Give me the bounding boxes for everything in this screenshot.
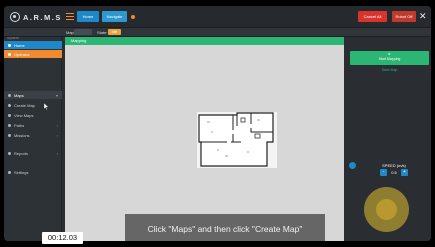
joystick[interactable] — [364, 187, 409, 232]
tutorial-caption: Click "Maps" and then click "Create Map" — [125, 214, 325, 241]
speed-label: SPEED (m/s) — [382, 163, 406, 168]
sidebar-item-label: Create Map — [14, 102, 35, 108]
robot-off-button[interactable]: Robot Off — [392, 11, 416, 22]
sidebar-item-create-map[interactable]: Create Map — [4, 101, 62, 109]
sidebar-item-settings[interactable]: Settings — [4, 168, 62, 176]
mapping-panel: Mapping — [65, 37, 344, 241]
map-icon — [8, 93, 11, 97]
missions-icon — [8, 133, 11, 137]
sidebar-item-reports[interactable]: Reports › — [4, 149, 62, 157]
speed-value: 0.5 — [391, 170, 397, 175]
sidebar-item-operator[interactable]: Operator — [4, 50, 62, 58]
logo-icon — [10, 12, 20, 22]
reports-icon — [8, 151, 11, 155]
map-select[interactable] — [74, 29, 92, 35]
sidebar-item-label: View Maps — [14, 112, 34, 118]
start-mapping-label: Start Mapping — [378, 57, 401, 61]
close-icon[interactable]: ✕ — [419, 12, 427, 21]
view-maps-icon — [8, 113, 11, 117]
right-panel: ▸ Start Mapping Save Map SPEED (m/s) - 0… — [344, 37, 431, 241]
sidebar-item-label: Settings — [14, 169, 29, 175]
logo-text: A.R.M.S — [23, 12, 62, 22]
speed-decrease-button[interactable]: - — [380, 169, 387, 176]
joystick-knob[interactable] — [376, 199, 397, 220]
sidebar-item-label: Missions — [14, 132, 30, 138]
sidebar-item-label: Operator — [14, 51, 30, 57]
globe-icon[interactable] — [349, 162, 356, 169]
gear-icon — [8, 170, 11, 174]
map-canvas[interactable] — [65, 45, 344, 241]
sidebar-item-label: Paths — [14, 122, 25, 128]
sidebar-item-view-maps[interactable]: View Maps — [4, 111, 62, 119]
state-label: State: — [97, 30, 108, 35]
create-map-icon — [8, 103, 11, 107]
save-map-link[interactable]: Save Map — [350, 68, 429, 72]
operator-icon — [8, 52, 11, 56]
app-window: A.R.M.S Home Navigate Cancel All Robot O… — [4, 6, 431, 241]
chevron-right-icon: › — [56, 151, 58, 156]
sidebar-item-home[interactable]: Home — [4, 41, 62, 49]
sidebar: Autonomous Robot Management System Home … — [4, 28, 62, 241]
sidebar-item-label: Maps — [14, 92, 24, 98]
sidebar-item-label: Reports — [14, 150, 29, 156]
cancel-all-button[interactable]: Cancel All — [358, 11, 387, 22]
start-mapping-button[interactable]: ▸ Start Mapping — [350, 51, 429, 65]
sidebar-item-paths[interactable]: Paths › — [4, 121, 62, 129]
navigate-button[interactable]: Navigate — [102, 11, 127, 22]
mouse-pointer-icon — [44, 103, 49, 110]
mapping-panel-title: Mapping — [65, 37, 344, 45]
status-dot-icon — [131, 15, 135, 19]
hamburger-menu-icon[interactable] — [66, 13, 74, 20]
floor-plan-map — [197, 112, 277, 168]
chevron-right-icon: › — [56, 133, 58, 138]
home-icon — [8, 43, 11, 47]
status-badge: Idle — [108, 29, 121, 35]
sidebar-item-maps[interactable]: Maps ▾ — [4, 91, 62, 99]
chevron-right-icon: › — [56, 123, 58, 128]
speed-increase-button[interactable]: + — [401, 169, 408, 176]
sub-bar: Map: State: Idle — [4, 28, 431, 37]
paths-icon — [8, 123, 11, 127]
sidebar-item-label: Home — [14, 42, 25, 48]
video-timestamp: 00:12.03 — [42, 232, 83, 244]
home-button[interactable]: Home — [77, 11, 99, 22]
top-bar: A.R.M.S Home Navigate Cancel All Robot O… — [4, 6, 431, 28]
speed-control: - 0.5 + — [379, 169, 409, 176]
logo: A.R.M.S — [10, 11, 62, 23]
chevron-down-icon: ▾ — [55, 93, 58, 98]
sidebar-item-missions[interactable]: Missions › — [4, 131, 62, 139]
